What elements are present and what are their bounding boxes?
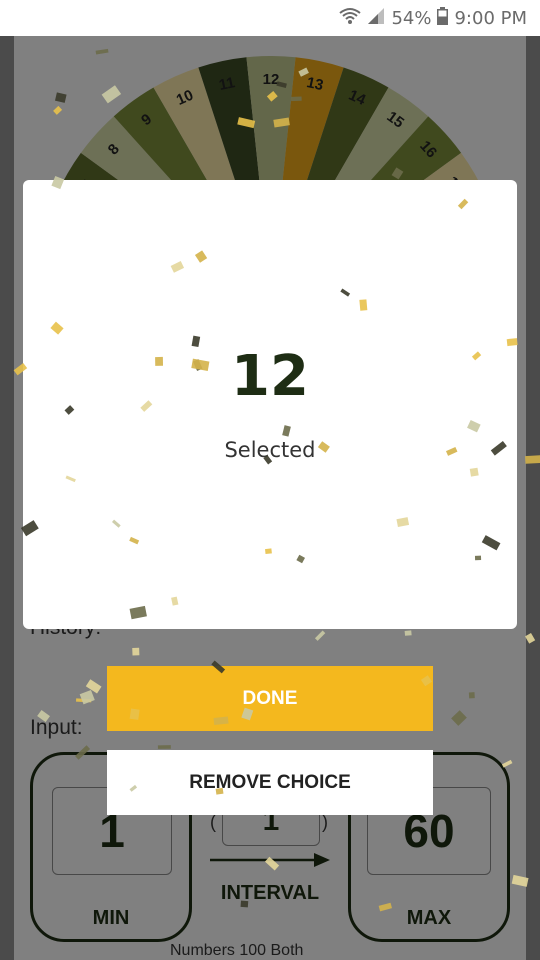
signal-icon [367,7,385,30]
battery-icon [437,6,449,30]
clock-time: 9:00 PM [454,7,527,29]
battery-percent: 54% [391,7,432,29]
selected-number: 12 [231,344,309,409]
status-icons: 54% 9:00 PM [339,6,527,30]
done-button[interactable]: DONE [107,666,433,731]
selected-caption: Selected [224,438,316,462]
status-bar: 54% 9:00 PM [0,0,540,36]
remove-choice-button[interactable]: REMOVE CHOICE [107,750,433,815]
result-dialog: 12 Selected [23,180,517,629]
wifi-icon [339,7,362,30]
